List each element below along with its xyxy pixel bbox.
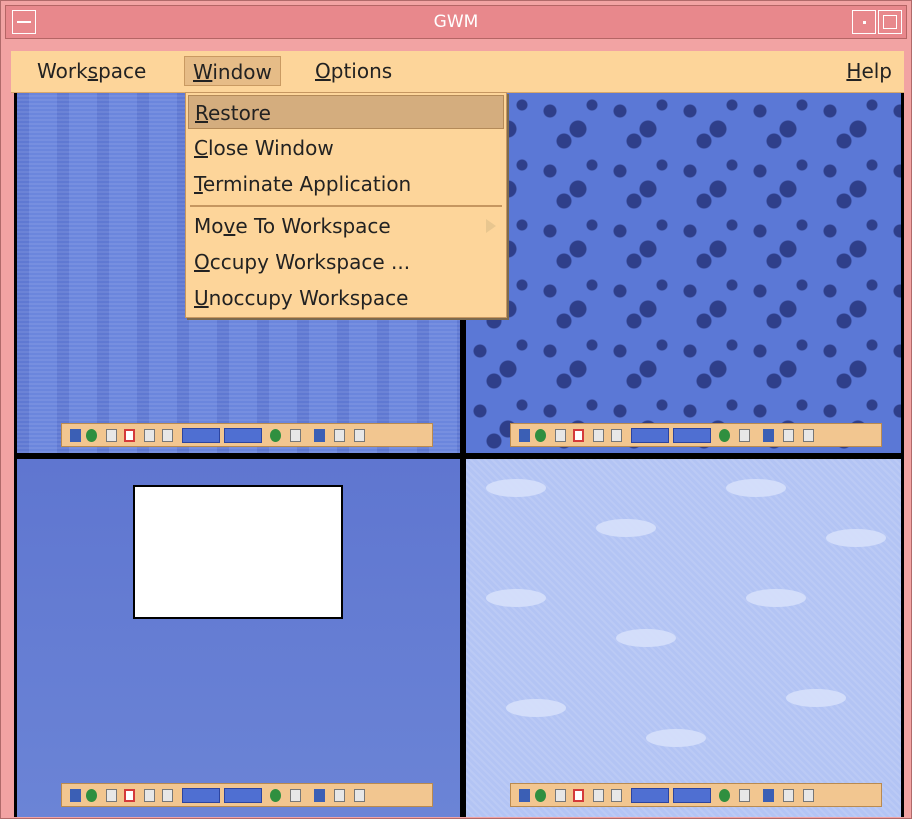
- front-panel-3[interactable]: [61, 783, 433, 807]
- menu-item-move-to-workspace[interactable]: Move To Workspace: [188, 209, 504, 243]
- menu-options[interactable]: Options: [307, 56, 400, 86]
- dolphin-icon: [596, 519, 656, 537]
- menu-separator: [190, 205, 502, 207]
- menu-help[interactable]: Help: [838, 56, 900, 86]
- dolphin-icon: [506, 699, 566, 717]
- workspace-2-pane[interactable]: [466, 93, 901, 453]
- menu-window[interactable]: Window: [184, 56, 281, 86]
- dolphin-icon: [786, 689, 846, 707]
- menu-item-unoccupy-workspace[interactable]: Unoccupy Workspace: [188, 281, 504, 315]
- workspace-3-pane[interactable]: [17, 459, 460, 817]
- front-panel-1[interactable]: [61, 423, 433, 447]
- dolphin-icon: [826, 529, 886, 547]
- submenu-arrow-icon: [486, 219, 496, 233]
- front-panel-4[interactable]: [510, 783, 882, 807]
- menu-bar: Workspace Window Options Help: [11, 51, 904, 93]
- minimize-button[interactable]: [852, 10, 876, 34]
- mini-window[interactable]: [133, 485, 343, 619]
- front-panel-2[interactable]: [510, 423, 882, 447]
- dolphin-icon: [646, 729, 706, 747]
- gwm-window: GWM Workspace Window Options Help Restor…: [0, 0, 912, 819]
- dolphin-icon: [616, 629, 676, 647]
- window-title: GWM: [433, 12, 479, 32]
- menu-workspace[interactable]: Workspace: [29, 56, 154, 86]
- dolphin-icon: [726, 479, 786, 497]
- menu-item-restore[interactable]: Restore: [188, 95, 504, 129]
- menu-item-close-window[interactable]: Close Window: [188, 131, 504, 165]
- workspace-4-pane[interactable]: [466, 459, 901, 817]
- menu-item-terminate-application[interactable]: Terminate Application: [188, 167, 504, 201]
- dolphin-icon: [746, 589, 806, 607]
- title-bar[interactable]: GWM: [5, 5, 907, 39]
- dolphin-icon: [486, 479, 546, 497]
- menu-item-occupy-workspace[interactable]: Occupy Workspace ...: [188, 245, 504, 279]
- window-dropdown-menu: Restore Close Window Terminate Applicati…: [185, 92, 507, 318]
- dolphin-icon: [486, 589, 546, 607]
- maximize-button[interactable]: [878, 10, 902, 34]
